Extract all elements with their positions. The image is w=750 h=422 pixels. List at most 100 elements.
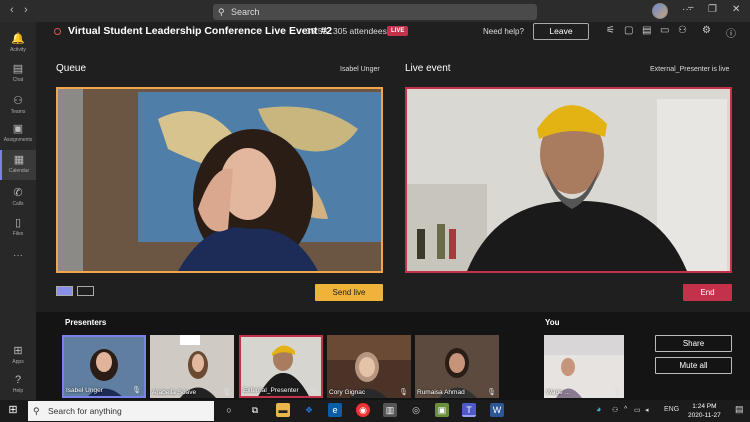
search-placeholder: Search: [231, 7, 260, 17]
rail-item-apps[interactable]: ⊞ Apps: [0, 344, 36, 365]
forward-arrow-icon[interactable]: ›: [24, 4, 28, 16]
close-button[interactable]: ✕: [732, 4, 740, 15]
volume-icon[interactable]: ◂: [645, 406, 649, 414]
wifi-status-icon[interactable]: ◕: [596, 404, 601, 414]
recording-icon: [54, 28, 61, 35]
steam-icon[interactable]: ◎: [409, 403, 423, 417]
rail-item-more[interactable]: ···: [0, 250, 36, 261]
settings-icon[interactable]: ⚙: [702, 25, 711, 36]
notifications-icon[interactable]: ▤: [735, 404, 744, 415]
queue-presenter-name: Isabel Unger: [340, 66, 380, 73]
windows-taskbar: ⊞ ⚲ Search for anything ○ ⧉ ▬ ❖ e ◉ ▥ ◎ …: [0, 400, 750, 422]
self-name: Wade ...: [546, 389, 570, 396]
rail-item-files[interactable]: ▯ Files: [0, 216, 36, 237]
edge-icon[interactable]: e: [328, 403, 342, 417]
presenter-name: Cory Gignac: [329, 389, 366, 396]
queue-video[interactable]: [56, 87, 383, 273]
need-help-link[interactable]: Need help?: [483, 27, 524, 36]
back-arrow-icon[interactable]: ‹: [10, 4, 14, 16]
presenter-name: Isabel Unger: [66, 387, 103, 394]
rail-item-chat[interactable]: ▤ Chat: [0, 62, 36, 83]
chat-icon: ▤: [12, 63, 24, 75]
maximize-button[interactable]: ❐: [708, 4, 717, 15]
more-icon: ···: [13, 250, 23, 261]
taskbar-search-placeholder: Search for anything: [48, 406, 122, 416]
search-icon: ⚲: [33, 406, 40, 416]
mic-muted-icon: 🎙: [222, 389, 231, 396]
network-icon[interactable]: ▭: [634, 406, 641, 414]
queue-video-feed: [58, 89, 381, 271]
title-bar: ‹ › ⚲ Search ··· – ❐ ✕: [0, 0, 750, 22]
task-view-icon[interactable]: ⧉: [248, 403, 262, 417]
layout-single-button[interactable]: [56, 286, 73, 296]
mic-icon: 🎙: [309, 387, 318, 394]
presenter-name: Arabella Soave: [152, 389, 197, 396]
app-icon[interactable]: ▥: [383, 403, 397, 417]
event-title: Virtual Student Leadership Conference Li…: [68, 25, 333, 37]
info-icon[interactable]: ⓘ: [726, 25, 736, 40]
chrome-icon[interactable]: ◉: [356, 403, 370, 417]
minimize-button[interactable]: –: [688, 2, 694, 13]
queue-label: Queue: [56, 63, 87, 74]
share-button[interactable]: Share: [655, 335, 732, 352]
presenter-name: Rumaisa Ahmad: [417, 389, 465, 396]
presenter-tile[interactable]: Cory Gignac 🎙: [327, 335, 411, 398]
you-label: You: [545, 318, 560, 327]
people-icon[interactable]: ⚇: [678, 25, 687, 36]
cortana-icon[interactable]: ○: [222, 403, 236, 417]
health-icon[interactable]: ⚟: [606, 25, 615, 36]
search-input[interactable]: ⚲ Search: [213, 4, 537, 20]
rail-item-assignments[interactable]: ▣ Assignments: [0, 122, 36, 143]
bell-icon: 🔔: [11, 33, 25, 45]
help-icon: ?: [14, 374, 22, 386]
presenter-tile[interactable]: Isabel Unger 🎙: [62, 335, 146, 398]
presenter-tile[interactable]: Arabella Soave 🎙: [150, 335, 234, 398]
live-video-feed: [407, 89, 730, 271]
presenter-tile[interactable]: Rumaisa Ahmad 🎙: [415, 335, 499, 398]
rail-item-activity[interactable]: 🔔 Activity: [0, 32, 36, 53]
mic-muted-icon: 🎙: [132, 387, 141, 394]
mic-muted-icon: 🎙: [399, 389, 408, 396]
apps-icon: ⊞: [13, 345, 23, 357]
end-button[interactable]: End: [683, 284, 732, 301]
live-status: External_Presenter is live: [650, 66, 730, 73]
file-explorer-icon[interactable]: ▬: [276, 403, 290, 417]
rail-item-calls[interactable]: ✆ Calls: [0, 186, 36, 207]
attendee-count: 305 attendees: [333, 26, 387, 36]
rail-item-help[interactable]: ? Help: [0, 374, 36, 394]
qna-icon[interactable]: ▤: [642, 25, 651, 36]
word-icon[interactable]: W: [490, 403, 504, 417]
people-tray-icon[interactable]: ⚇: [612, 406, 618, 414]
mute-all-button[interactable]: Mute all: [655, 357, 732, 374]
self-tile[interactable]: Wade ... 🎙: [544, 335, 624, 398]
chat-panel-icon[interactable]: ▭: [660, 25, 669, 36]
taskbar-search-input[interactable]: ⚲ Search for anything: [28, 401, 214, 421]
show-hidden-icons[interactable]: ^: [624, 406, 627, 413]
minecraft-icon[interactable]: ▣: [435, 403, 449, 417]
windows-start-icon[interactable]: ⊞: [6, 403, 20, 417]
notes-icon[interactable]: ▢: [624, 25, 633, 36]
dropbox-icon[interactable]: ❖: [302, 403, 316, 417]
rail-item-calendar[interactable]: ▦ Calendar: [0, 150, 36, 180]
language-indicator[interactable]: ENG: [664, 406, 679, 413]
event-header: Virtual Student Leadership Conference Li…: [36, 22, 750, 42]
presenters-label: Presenters: [65, 318, 107, 327]
file-icon: ▯: [14, 217, 22, 229]
taskbar-clock[interactable]: 1:24 PM 2020-11-27: [688, 402, 721, 420]
live-video[interactable]: [405, 87, 732, 273]
assignments-icon: ▣: [12, 123, 24, 135]
leave-button[interactable]: Leave: [533, 23, 589, 40]
send-live-button[interactable]: Send live: [315, 284, 383, 301]
teams-app-icon[interactable]: T: [462, 403, 476, 417]
mic-muted-icon: 🎙: [487, 389, 496, 396]
layout-split-button[interactable]: [77, 286, 94, 296]
profile-avatar[interactable]: [652, 3, 668, 19]
live-badge: LIVE: [387, 26, 409, 36]
event-elapsed-time: 35:53: [306, 26, 328, 36]
rail-item-teams[interactable]: ⚇ Teams: [0, 94, 36, 115]
presenter-tile[interactable]: External_Presenter 🎙: [239, 335, 323, 398]
clock-date: 2020-11-27: [688, 412, 721, 419]
phone-icon: ✆: [13, 187, 23, 199]
search-icon: ⚲: [218, 7, 225, 17]
calendar-icon: ▦: [13, 154, 25, 166]
